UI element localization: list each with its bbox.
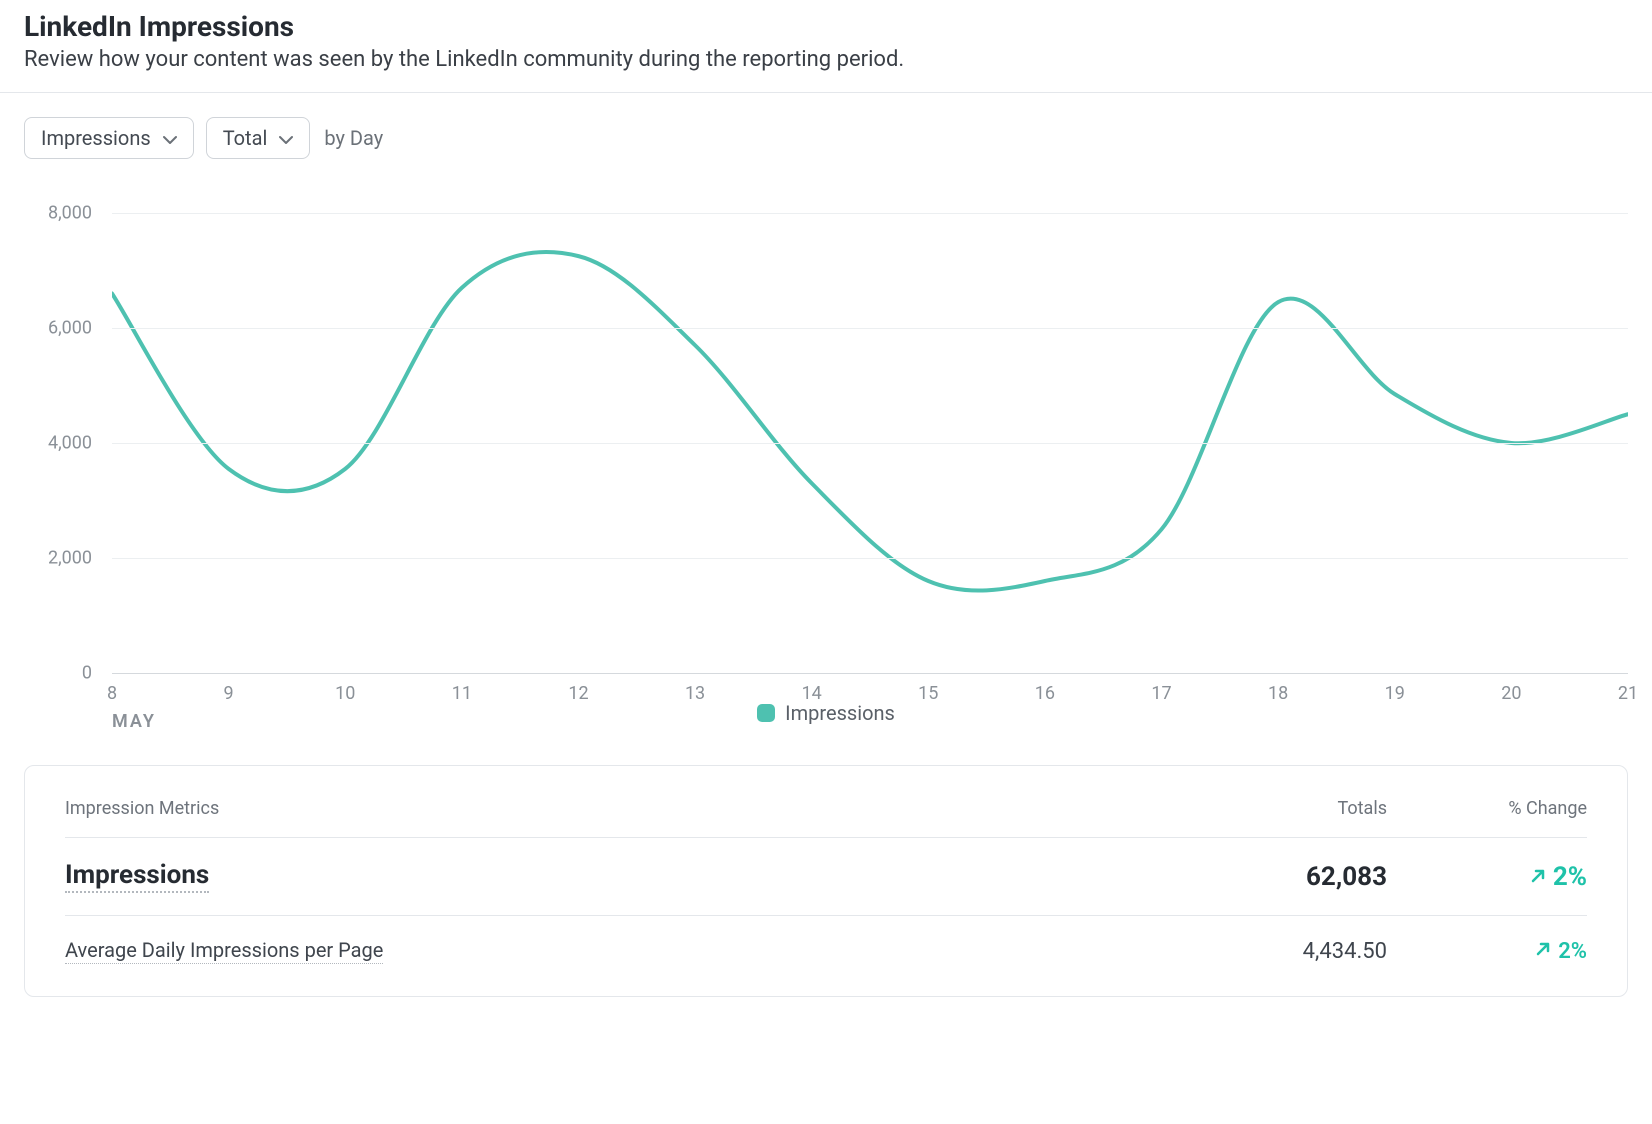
total-dropdown-label: Total [223,126,268,150]
y-tick-label: 8,000 [48,203,92,224]
x-tick-label: 8 [107,683,117,704]
chart-container: 02,0004,0006,0008,000 891011121314151617… [24,213,1628,673]
x-tick-label: 19 [1385,683,1405,704]
section-header: LinkedIn Impressions Review how your con… [0,0,1652,93]
col-name-header: Impression Metrics [65,798,1187,819]
page-subtitle: Review how your content was seen by the … [24,47,1628,72]
granularity-label: by Day [324,126,383,150]
metric-name: Impressions [65,860,209,893]
x-tick-label: 17 [1151,683,1171,704]
metrics-row: Average Daily Impressions per Page 4,434.… [65,916,1587,972]
y-tick-label: 2,000 [48,548,92,569]
gridline [112,673,1628,674]
x-tick-label: 10 [335,683,355,704]
metrics-card: Impression Metrics Totals % Change Impre… [24,765,1628,997]
x-tick-label: 20 [1501,683,1521,704]
gridline [112,443,1628,444]
y-tick-label: 4,000 [48,433,92,454]
x-tick-label: 9 [224,683,234,704]
x-tick-label: 12 [568,683,588,704]
page-root: LinkedIn Impressions Review how your con… [0,0,1652,1124]
chevron-down-icon [279,126,293,150]
x-tick-label: 13 [685,683,705,704]
x-tick-label: 15 [918,683,938,704]
metric-total: 62,083 [1187,862,1387,892]
controls-row: Impressions Total by Day [0,93,1652,159]
metric-change-value: 2% [1558,939,1587,964]
plot-area: 89101112131415161718192021MAY [112,213,1628,673]
gridline [112,328,1628,329]
metric-change-value: 2% [1553,862,1587,892]
metrics-row: Impressions 62,083 2% [65,838,1587,916]
gridline [112,213,1628,214]
metrics-body: Impressions62,0832%Average Daily Impress… [65,838,1587,972]
x-axis: 89101112131415161718192021MAY [112,683,1628,743]
metric-name: Average Daily Impressions per Page [65,938,383,964]
y-axis: 02,0004,0006,0008,000 [24,213,102,643]
gridline [112,558,1628,559]
series-line [112,252,1628,591]
metric-dropdown-label: Impressions [41,126,151,150]
total-dropdown[interactable]: Total [206,117,311,159]
col-change-header: % Change [1387,798,1587,819]
y-tick-label: 0 [82,663,92,684]
x-axis-month-label: MAY [112,711,156,732]
x-tick-label: 16 [1035,683,1055,704]
metric-total: 4,434.50 [1187,939,1387,964]
y-tick-label: 6,000 [48,318,92,339]
x-tick-label: 14 [802,683,822,704]
arrow-up-icon [1534,939,1552,964]
x-tick-label: 11 [452,683,472,704]
arrow-up-icon [1529,862,1547,892]
metric-dropdown[interactable]: Impressions [24,117,194,159]
x-tick-label: 18 [1268,683,1288,704]
chevron-down-icon [163,126,177,150]
metric-change: 2% [1387,939,1587,964]
x-tick-label: 21 [1618,683,1638,704]
page-title: LinkedIn Impressions [24,10,1628,43]
col-total-header: Totals [1187,798,1387,819]
metric-change: 2% [1387,862,1587,892]
metrics-header-row: Impression Metrics Totals % Change [65,766,1587,838]
